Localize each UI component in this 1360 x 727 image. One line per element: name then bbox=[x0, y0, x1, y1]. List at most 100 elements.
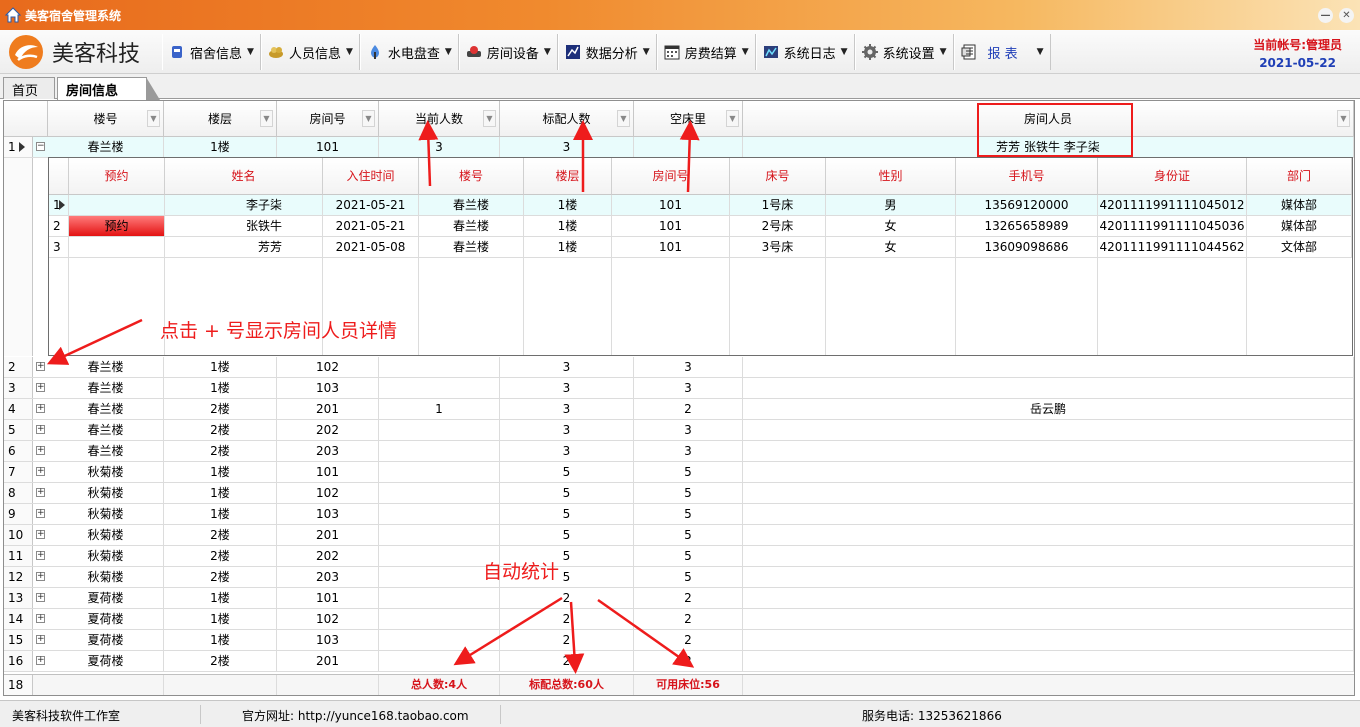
cell-floor: 1楼 bbox=[164, 483, 277, 503]
filter-dropdown-icon[interactable]: ▼ bbox=[726, 110, 739, 127]
expand-icon[interactable]: + bbox=[36, 614, 45, 623]
table-row[interactable]: 2 + 春兰楼 1楼 102 3 3 bbox=[4, 357, 1354, 378]
detail-cell-reserve[interactable] bbox=[69, 195, 165, 215]
detail-col-floor[interactable]: 楼层 bbox=[524, 158, 612, 195]
detail-col-room[interactable]: 房间号 bbox=[612, 158, 730, 195]
row-number: 18 bbox=[4, 675, 33, 695]
expand-icon[interactable]: + bbox=[36, 572, 45, 581]
detail-row[interactable]: 3 芳芳 2021-05-08 春兰楼 1楼 101 3号床 女 1360909… bbox=[49, 237, 1352, 258]
menu-data-analysis[interactable]: 数据分析 ▼ bbox=[557, 34, 657, 70]
row-number: 2 bbox=[4, 357, 33, 377]
table-row[interactable]: 8 + 秋菊楼 1楼 102 5 5 bbox=[4, 483, 1354, 504]
menu-utility-check[interactable]: 水电盘查 ▼ bbox=[359, 34, 459, 70]
expand-icon[interactable]: + bbox=[36, 467, 45, 476]
cell-building: 春兰楼 bbox=[48, 357, 164, 377]
detail-row-number: 2 bbox=[49, 216, 69, 236]
col-header-current[interactable]: 当前人数 ▼ bbox=[379, 101, 500, 137]
table-row[interactable]: 10 + 秋菊楼 2楼 201 5 5 bbox=[4, 525, 1354, 546]
col-header-floor[interactable]: 楼层 ▼ bbox=[164, 101, 277, 137]
col-header-building[interactable]: 楼号 ▼ bbox=[48, 101, 164, 137]
detail-col-bed[interactable]: 床号 bbox=[730, 158, 826, 195]
detail-col-date[interactable]: 入住时间 bbox=[323, 158, 419, 195]
cell-room: 201 bbox=[277, 651, 379, 671]
cell-building: 夏荷楼 bbox=[48, 651, 164, 671]
menu-fee-settlement[interactable]: 房费结算 ▼ bbox=[656, 34, 756, 70]
brand-logo-icon bbox=[9, 35, 43, 69]
cell-members bbox=[743, 441, 1354, 461]
table-row[interactable]: 12 + 秋菊楼 2楼 203 5 5 bbox=[4, 567, 1354, 588]
totals-row: 18 总人数:4人 标配总数:60人 可用床位:56 bbox=[4, 674, 1354, 695]
menu-system-settings[interactable]: 系统设置 ▼ bbox=[854, 34, 954, 70]
tab-room-info[interactable]: 房间信息 bbox=[57, 77, 160, 100]
expand-icon[interactable]: + bbox=[36, 404, 45, 413]
expand-icon[interactable]: + bbox=[36, 362, 45, 371]
collapse-icon[interactable]: − bbox=[36, 142, 45, 151]
menu-dorm-info[interactable]: 宿舍信息 ▼ bbox=[162, 34, 261, 70]
expand-icon[interactable]: + bbox=[36, 656, 45, 665]
detail-cell-floor: 1楼 bbox=[524, 237, 612, 257]
col-header-standard[interactable]: 标配人数 ▼ bbox=[500, 101, 634, 137]
expand-icon[interactable]: + bbox=[36, 446, 45, 455]
detail-cell-room: 101 bbox=[612, 237, 730, 257]
calendar-icon bbox=[664, 45, 680, 60]
table-row[interactable]: 15 + 夏荷楼 1楼 103 2 2 bbox=[4, 630, 1354, 651]
expand-icon[interactable]: + bbox=[36, 509, 45, 518]
detail-row[interactable]: 2 预约 张铁牛 2021-05-21 春兰楼 1楼 101 2号床 女 132… bbox=[49, 216, 1352, 237]
menu-reports[interactable]: 报 表 ▼ bbox=[953, 34, 1051, 70]
total-people: 总人数:4人 bbox=[379, 675, 500, 695]
table-row[interactable]: 1 − 春兰楼 1楼 101 3 3 芳芳 张铁牛 李子柒 bbox=[4, 137, 1354, 158]
expand-icon[interactable]: + bbox=[36, 593, 45, 602]
cell-building: 春兰楼 bbox=[48, 378, 164, 398]
detail-col-dept[interactable]: 部门 bbox=[1247, 158, 1352, 195]
close-icon[interactable]: ✕ bbox=[1339, 8, 1354, 23]
menu-room-devices[interactable]: 房间设备 ▼ bbox=[458, 34, 558, 70]
reserve-button[interactable]: 预约 bbox=[69, 216, 165, 236]
table-row[interactable]: 5 + 春兰楼 2楼 202 3 3 bbox=[4, 420, 1354, 441]
table-row[interactable]: 3 + 春兰楼 1楼 103 3 3 bbox=[4, 378, 1354, 399]
studio-name: 美客科技软件工作室 bbox=[12, 709, 121, 723]
tab-home[interactable]: 首页 bbox=[3, 77, 55, 99]
minimize-icon[interactable]: — bbox=[1318, 8, 1333, 23]
detail-col-gender[interactable]: 性别 bbox=[826, 158, 956, 195]
menu-people-info[interactable]: 人员信息 ▼ bbox=[260, 34, 360, 70]
expand-icon[interactable]: + bbox=[36, 551, 45, 560]
expand-icon[interactable]: + bbox=[36, 530, 45, 539]
filter-dropdown-icon[interactable]: ▼ bbox=[617, 110, 630, 127]
official-website[interactable]: 官方网址: http://yunce168.taobao.com bbox=[242, 707, 469, 724]
table-row[interactable]: 9 + 秋菊楼 1楼 103 5 5 bbox=[4, 504, 1354, 525]
filter-dropdown-icon[interactable]: ▼ bbox=[260, 110, 273, 127]
detail-col-reserve[interactable]: 预约 bbox=[69, 158, 165, 195]
table-row[interactable]: 13 + 夏荷楼 1楼 101 2 2 bbox=[4, 588, 1354, 609]
filter-dropdown-icon[interactable]: ▼ bbox=[147, 110, 160, 127]
table-row[interactable]: 11 + 秋菊楼 2楼 202 5 5 bbox=[4, 546, 1354, 567]
detail-cell-building: 春兰楼 bbox=[419, 237, 524, 257]
col-header-empty[interactable]: 空床里 ▼ bbox=[634, 101, 743, 137]
filter-dropdown-icon[interactable]: ▼ bbox=[362, 110, 375, 127]
table-row[interactable]: 4 + 春兰楼 2楼 201 1 3 2 岳云鹏 bbox=[4, 399, 1354, 420]
detail-col-id[interactable]: 身份证 bbox=[1098, 158, 1247, 195]
cell-room: 102 bbox=[277, 357, 379, 377]
cell-members bbox=[743, 483, 1354, 503]
filter-dropdown-icon[interactable]: ▼ bbox=[483, 110, 496, 127]
detail-cell-reserve[interactable] bbox=[69, 237, 165, 257]
menu-system-log[interactable]: 系统日志 ▼ bbox=[755, 34, 855, 70]
filter-dropdown-icon[interactable]: ▼ bbox=[1337, 110, 1350, 127]
col-header-room[interactable]: 房间号 ▼ bbox=[277, 101, 379, 137]
expand-icon[interactable]: + bbox=[36, 425, 45, 434]
table-row[interactable]: 7 + 秋菊楼 1楼 101 5 5 bbox=[4, 462, 1354, 483]
cell-standard: 5 bbox=[500, 525, 634, 545]
table-row[interactable]: 16 + 夏荷楼 2楼 201 2 2 bbox=[4, 651, 1354, 672]
window-title: 美客宿舍管理系统 bbox=[25, 8, 122, 23]
cell-room: 102 bbox=[277, 609, 379, 629]
expand-icon[interactable]: + bbox=[36, 383, 45, 392]
detail-row[interactable]: 1 李子柒 2021-05-21 春兰楼 1楼 101 1号床 男 135691… bbox=[49, 195, 1352, 216]
table-row[interactable]: 14 + 夏荷楼 1楼 102 2 2 bbox=[4, 609, 1354, 630]
detail-col-name[interactable]: 姓名 bbox=[165, 158, 323, 195]
expand-icon[interactable]: + bbox=[36, 488, 45, 497]
cell-room: 202 bbox=[277, 420, 379, 440]
expand-icon[interactable]: + bbox=[36, 635, 45, 644]
detail-cell-bed: 1号床 bbox=[730, 195, 826, 215]
detail-col-building[interactable]: 楼号 bbox=[419, 158, 524, 195]
table-row[interactable]: 6 + 春兰楼 2楼 203 3 3 bbox=[4, 441, 1354, 462]
detail-col-phone[interactable]: 手机号 bbox=[956, 158, 1098, 195]
